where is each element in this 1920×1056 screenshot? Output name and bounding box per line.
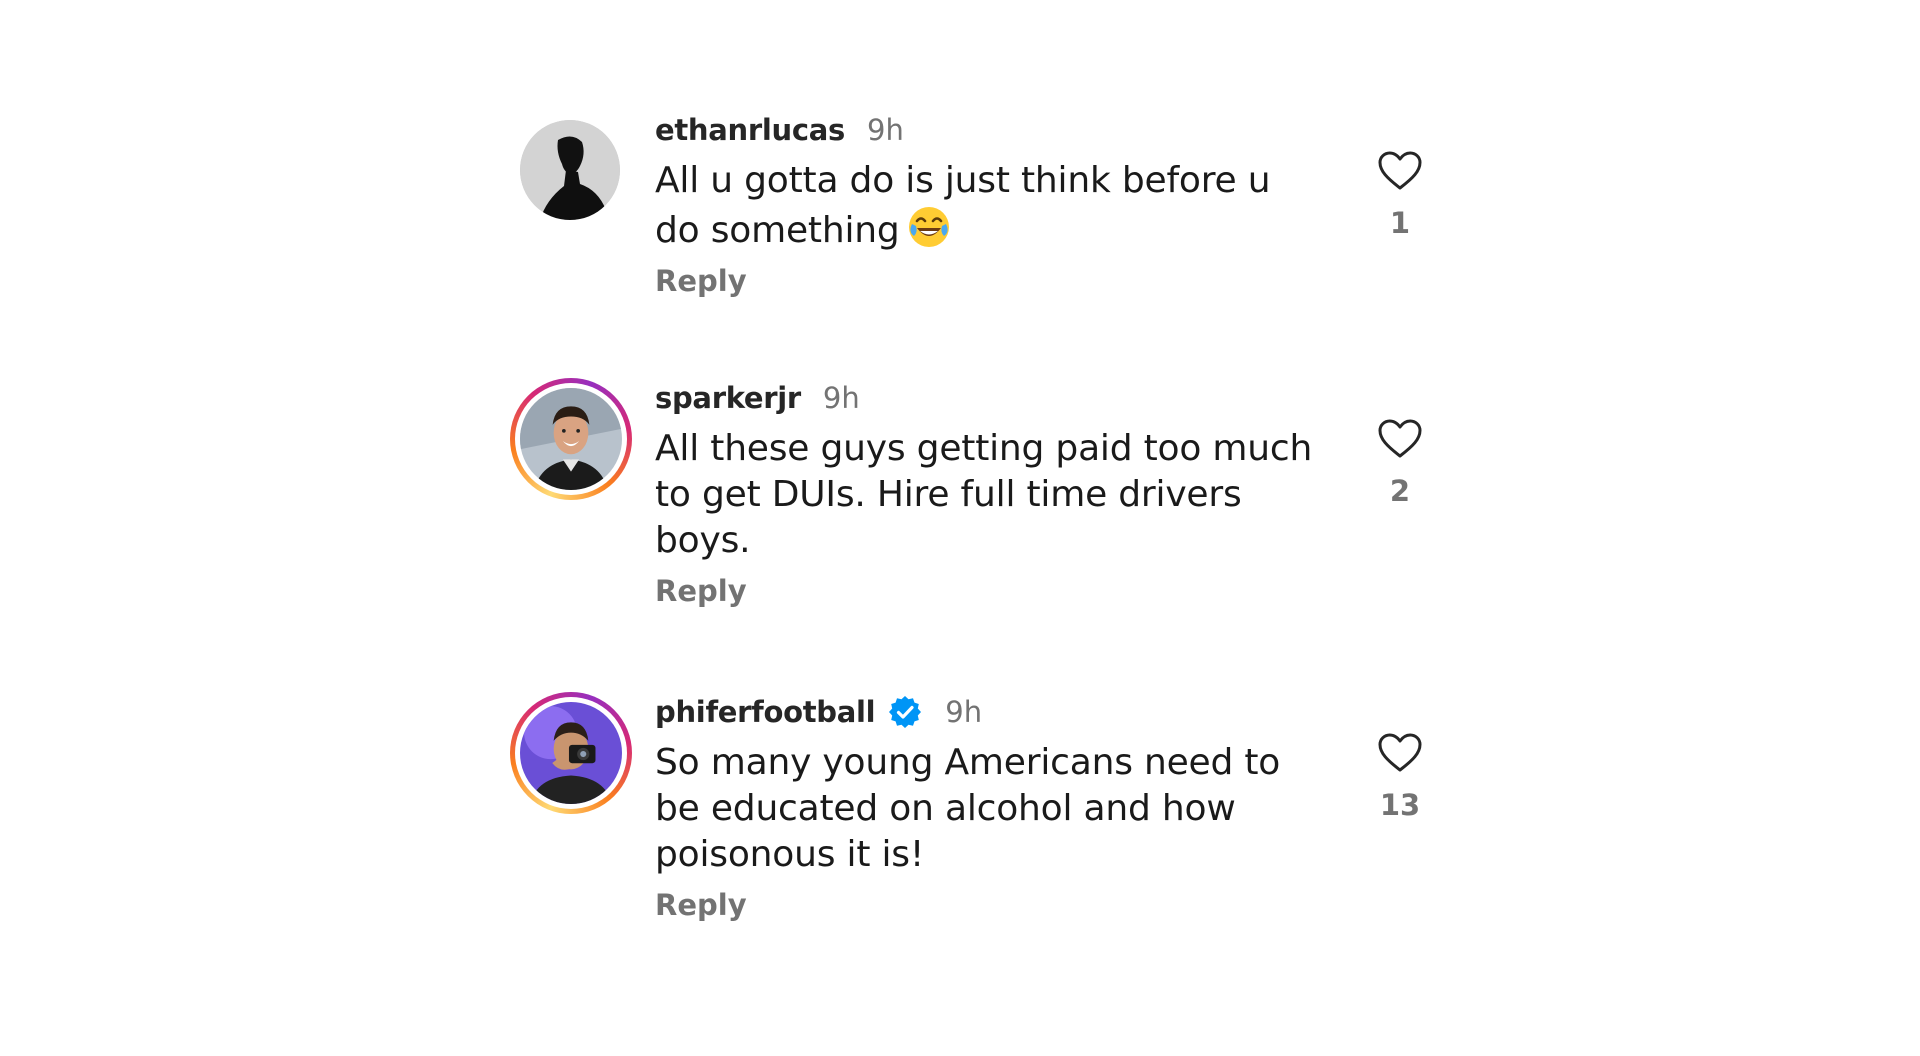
avatar-photo: [520, 702, 622, 804]
heart-icon[interactable]: [1377, 732, 1423, 774]
avatar[interactable]: [510, 110, 632, 232]
avatar-ring-gap: [515, 383, 627, 495]
face-with-tears-of-joy-icon: [906, 204, 952, 250]
comment-body: phiferfootball 9h So many young American…: [655, 692, 1315, 922]
heart-icon[interactable]: [1377, 150, 1423, 192]
avatar-photo: [520, 120, 620, 220]
like-control: 2: [1360, 418, 1440, 508]
avatar[interactable]: [510, 378, 632, 500]
comment-list: ethanrlucas 9h All u gotta do is just th…: [0, 0, 1920, 1056]
like-control: 13: [1360, 732, 1440, 822]
reply-button[interactable]: Reply: [655, 888, 1315, 922]
avatar-photo: [520, 388, 622, 490]
comment-meta: phiferfootball 9h: [655, 692, 1315, 732]
username[interactable]: sparkerjr: [655, 381, 801, 415]
reply-button[interactable]: Reply: [655, 264, 1315, 298]
avatar-ring-gap: [515, 697, 627, 809]
like-count: 1: [1389, 206, 1411, 240]
comment-meta: sparkerjr 9h: [655, 378, 1315, 418]
timestamp[interactable]: 9h: [823, 381, 860, 415]
timestamp[interactable]: 9h: [945, 695, 982, 729]
like-count: 13: [1379, 788, 1421, 822]
like-count: 2: [1389, 474, 1411, 508]
timestamp[interactable]: 9h: [867, 113, 904, 147]
comment-text: All u gotta do is just think before u do…: [655, 158, 1315, 254]
comment-meta: ethanrlucas 9h: [655, 110, 1315, 150]
verified-badge-icon: [887, 694, 923, 730]
comment-text: All these guys getting paid too much to …: [655, 428, 1313, 561]
heart-icon[interactable]: [1377, 418, 1423, 460]
comment-text-content: All u gotta do is just think before u do…: [655, 160, 1271, 251]
username[interactable]: phiferfootball: [655, 695, 876, 729]
avatar[interactable]: [510, 692, 632, 814]
comment-body: ethanrlucas 9h All u gotta do is just th…: [655, 110, 1315, 298]
username[interactable]: ethanrlucas: [655, 113, 845, 147]
comment-body: sparkerjr 9h All these guys getting paid…: [655, 378, 1315, 608]
like-control: 1: [1360, 150, 1440, 240]
comment-text: So many young Americans need to be educa…: [655, 742, 1281, 875]
reply-button[interactable]: Reply: [655, 574, 1315, 608]
